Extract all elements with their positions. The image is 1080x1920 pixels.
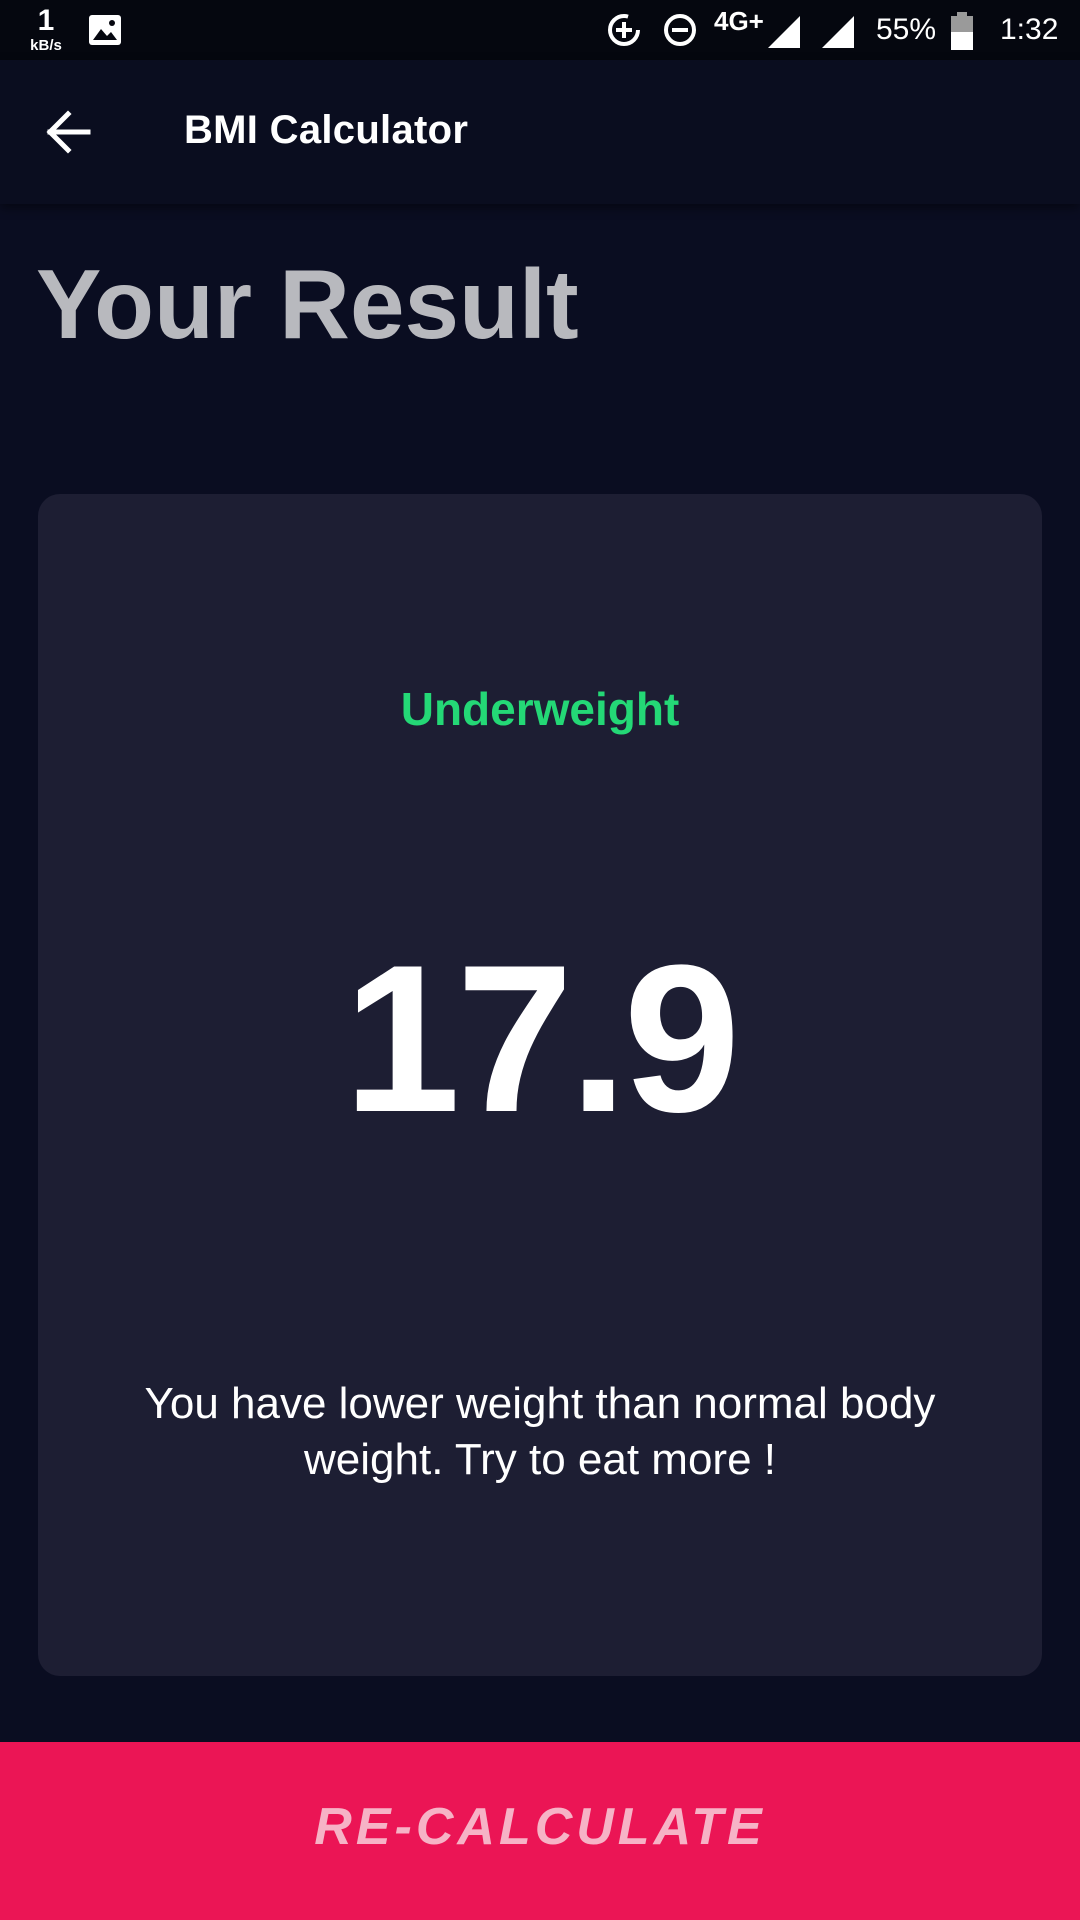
network-speed-unit: kB/s <box>30 37 62 54</box>
data-saver-icon <box>608 14 640 46</box>
bmi-value: 17.9 <box>343 921 741 1156</box>
network-speed: 1 kB/s <box>24 4 68 54</box>
recalculate-button[interactable]: RE-CALCULATE <box>0 1742 1080 1920</box>
battery-icon <box>951 12 973 50</box>
status-bar: 1 kB/s 4G+ 55% 1:32 <box>0 0 1080 60</box>
back-arrow-icon[interactable] <box>40 104 96 160</box>
network-type: 4G+ <box>714 6 764 36</box>
battery-percent: 55% <box>876 13 937 46</box>
bmi-advice-text: You have lower weight than normal body w… <box>144 1379 936 1484</box>
result-card: Underweight 17.9 You have lower weight t… <box>38 494 1042 1676</box>
signal-icon <box>822 16 854 48</box>
clock-time: 1:32 <box>1000 13 1059 46</box>
app-bar: BMI Calculator <box>0 60 1080 204</box>
page-title: Your Result <box>36 249 579 359</box>
signal-icon <box>768 16 800 48</box>
image-icon <box>89 15 121 45</box>
screen: 1 kB/s 4G+ 55% 1:32 BMI Calculator Your … <box>0 0 1080 1920</box>
network-speed-value: 1 <box>37 4 55 37</box>
bmi-category-label: Underweight <box>400 683 680 735</box>
recalculate-button-label: RE-CALCULATE <box>314 1798 766 1856</box>
app-title: BMI Calculator <box>184 108 469 152</box>
do-not-disturb-icon <box>664 14 696 46</box>
